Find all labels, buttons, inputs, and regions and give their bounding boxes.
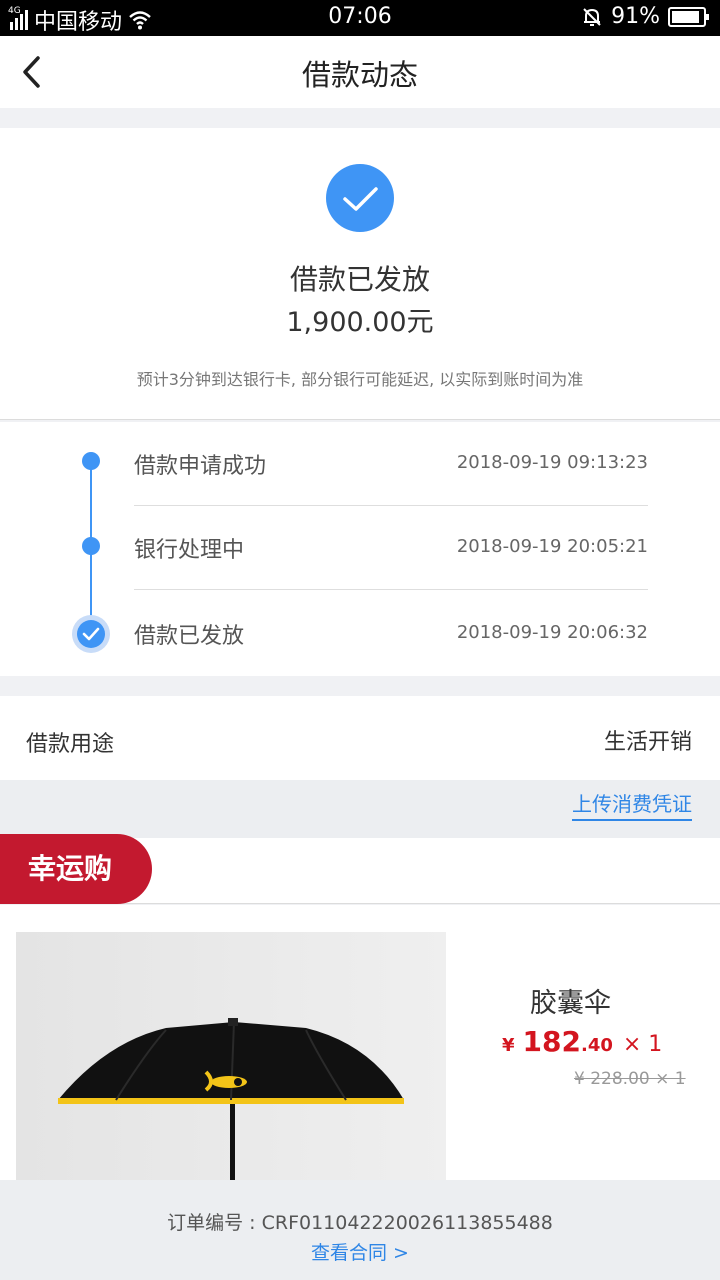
- upload-bar: 上传消费凭证: [0, 780, 720, 838]
- mute-bell-icon: [583, 7, 601, 26]
- timeline-row: 银行处理中 2018-09-19 20:05:21: [134, 506, 648, 590]
- product-price: ¥ 182 .40 × 1: [502, 1025, 662, 1058]
- price-decimal: .40: [580, 1035, 613, 1056]
- status-bar: 4G 中国移动 07:06 91%: [0, 0, 720, 36]
- purpose-value: 生活开销: [603, 730, 692, 755]
- loan-status-card: 借款已发放 1,900.00元 预计3分钟到达银行卡, 部分银行可能延迟, 以实…: [0, 128, 720, 420]
- order-footer: 订单编号 : CRF0110422200261138554​88 查看合同 >: [0, 1180, 720, 1280]
- timeline-label: 银行处理中: [134, 538, 245, 563]
- timeline-done-icon: [72, 615, 110, 653]
- purpose-label: 借款用途: [26, 732, 115, 757]
- loan-amount: 1,900.00元: [286, 307, 434, 338]
- order-number: 订单编号 : CRF0110422200261138554​88: [167, 1212, 553, 1234]
- product-card[interactable]: 胶囊伞 ¥ 182 .40 × 1 ¥ 228.00 × 1: [0, 905, 720, 1180]
- product-name: 胶囊伞: [530, 988, 611, 1019]
- loan-timeline: 借款申请成功 2018-09-19 09:13:23 银行处理中 2018-09…: [0, 422, 720, 676]
- timeline-row: 借款已发放 2018-09-19 20:06:32: [134, 592, 648, 676]
- battery-fill: [672, 10, 700, 23]
- timeline-time: 2018-09-19 20:05:21: [456, 536, 648, 557]
- price-integer: 182: [522, 1025, 581, 1058]
- price-quantity: × 1: [622, 1032, 663, 1057]
- status-right: 91%: [581, 4, 709, 29]
- nav-bar: 借款动态: [0, 36, 720, 108]
- page-title: 借款动态: [301, 58, 418, 92]
- original-price: ¥ 228.00 × 1: [574, 1069, 686, 1089]
- battery-percent: 91%: [611, 4, 660, 29]
- price-currency: ¥: [502, 1035, 515, 1056]
- loan-status-title: 借款已发放: [289, 263, 430, 296]
- timeline-dot: [82, 537, 100, 555]
- upload-receipt-link[interactable]: 上传消费凭证: [572, 788, 692, 821]
- arrival-note: 预计3分钟到达银行卡, 部分银行可能延迟, 以实际到账时间为准: [136, 370, 584, 389]
- check-circle-icon: [326, 164, 394, 232]
- view-contract-link[interactable]: 查看合同 >: [0, 1238, 720, 1265]
- timeline-time: 2018-09-19 09:13:23: [456, 452, 648, 473]
- battery-icon: [668, 6, 709, 27]
- timeline-label: 借款已发放: [134, 624, 245, 649]
- timeline-row: 借款申请成功 2018-09-19 09:13:23: [134, 422, 648, 506]
- loan-purpose-row: 借款用途 生活开销: [0, 696, 720, 780]
- timeline-label: 借款申请成功: [134, 454, 267, 479]
- umbrella-image[interactable]: [16, 932, 446, 1180]
- timeline-time: 2018-09-19 20:06:32: [456, 622, 648, 643]
- lucky-buy-tag: 幸运购: [0, 834, 152, 904]
- lucky-buy-header: 幸运购: [0, 834, 720, 904]
- timeline-dot: [82, 452, 100, 470]
